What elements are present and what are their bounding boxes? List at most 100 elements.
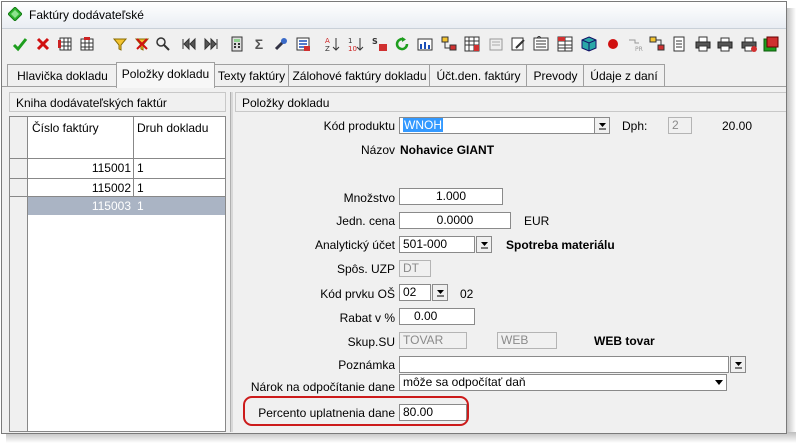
analyticky-ucet-dropdown-button[interactable] <box>476 236 492 253</box>
label-kod-produktu: Kód produktu <box>323 119 395 133</box>
label-mnozstvo: Množstvo <box>343 191 395 205</box>
dropdown-arrow-icon <box>480 242 488 249</box>
svg-text:1: 1 <box>348 37 352 45</box>
row-druh: 1 <box>137 199 144 213</box>
svg-text:PR: PR <box>635 46 643 52</box>
delete-table-icon[interactable] <box>78 35 96 53</box>
report-icon[interactable] <box>294 35 312 53</box>
currency-label: EUR <box>524 214 550 228</box>
row-cislo: 115001 <box>91 161 131 175</box>
find-icon[interactable] <box>154 35 172 53</box>
tab-uct-den-faktury[interactable]: Účt.den. faktúry <box>429 64 528 87</box>
kod-produktu-value: WNOH <box>403 118 443 132</box>
row-cislo: 115003 <box>91 199 131 213</box>
narok-select-value: môže sa odpočítať daň <box>403 375 526 389</box>
skup-su-input[interactable]: TOVAR <box>399 332 467 349</box>
dropdown-arrow-icon <box>734 362 742 369</box>
filter-icon[interactable] <box>111 35 129 53</box>
tree-icon[interactable] <box>440 35 458 53</box>
tab-zalohove-faktury[interactable]: Zálohové faktúry dokladu <box>288 64 431 87</box>
kod-produktu-dropdown-button[interactable] <box>594 117 610 134</box>
svg-text:A: A <box>325 37 330 45</box>
kod-prvku-dropdown-button[interactable] <box>432 284 448 301</box>
first-record-icon[interactable] <box>180 35 198 53</box>
svg-text:10: 10 <box>348 45 357 52</box>
refresh-icon[interactable] <box>393 35 411 53</box>
rabat-input[interactable]: 0.00 <box>399 308 475 325</box>
jedn-cena-input[interactable]: 0.0000 <box>399 212 511 229</box>
table-icon[interactable] <box>556 35 574 53</box>
label-jedn-cena: Jedn. cena <box>336 214 395 228</box>
kod-prvku-input[interactable]: 02 <box>399 284 431 301</box>
label-narok: Nárok na odpočítanie dane <box>250 380 395 394</box>
calculator-icon[interactable] <box>228 35 246 53</box>
chart-icon[interactable] <box>416 35 434 53</box>
edit-icon[interactable] <box>509 35 527 53</box>
sort-sql-icon[interactable]: S <box>371 35 389 53</box>
tab-polozky-dokladu[interactable]: Položky dokladu <box>116 62 215 88</box>
column-header-druh[interactable]: Druh dokladu <box>137 121 225 135</box>
cube-icon[interactable] <box>580 35 598 53</box>
nazov-value: Nohavice GIANT <box>400 143 495 157</box>
table-row-selected[interactable]: 115003 1 <box>28 197 225 215</box>
panel-splitter[interactable] <box>230 92 233 432</box>
narok-select[interactable]: môže sa odpočítať daň <box>399 374 727 391</box>
analyticky-ucet-input[interactable]: 501-000 <box>399 236 475 253</box>
svg-text:Z: Z <box>325 45 330 52</box>
table-view-icon[interactable] <box>56 35 74 53</box>
narok-select-arrow[interactable] <box>711 375 726 390</box>
tools-icon[interactable] <box>272 35 290 53</box>
filter-remove-icon[interactable] <box>133 35 151 53</box>
print-preview-icon[interactable] <box>716 35 734 53</box>
confirm-check-icon[interactable] <box>11 35 29 53</box>
pr-icon[interactable]: PR <box>626 35 644 53</box>
dropdown-arrow-icon <box>598 123 606 130</box>
label-rabat: Rabat v % <box>339 311 395 325</box>
title-bar: Faktúry dodávateľské <box>2 2 786 29</box>
label-nazov: Názov <box>360 143 395 157</box>
chevron-down-icon <box>714 380 723 385</box>
print-setup-icon[interactable] <box>740 35 758 53</box>
row-druh: 1 <box>137 181 144 195</box>
label-poznamka: Poznámka <box>338 358 395 372</box>
tab-prevody[interactable]: Prevody <box>526 64 585 87</box>
form-title: Položky dokladu <box>235 92 786 112</box>
column-header-cislo[interactable]: Číslo faktúry <box>32 121 132 135</box>
tab-texty-faktury[interactable]: Texty faktúry <box>213 64 290 87</box>
grid-icon[interactable] <box>463 35 481 53</box>
poznamka-input[interactable] <box>399 356 729 373</box>
last-record-icon[interactable] <box>202 35 220 53</box>
columns-icon[interactable] <box>648 35 666 53</box>
list-icon[interactable] <box>532 35 550 53</box>
skup-su-name: WEB tovar <box>594 334 655 348</box>
highlight-ring <box>243 396 469 426</box>
window-shadow-right <box>786 8 796 436</box>
toolbar: Σ AZ 1 10 S PR <box>2 31 786 59</box>
analyticky-ucet-name: Spotreba materiálu <box>506 238 615 252</box>
dph-rate: 20.00 <box>722 119 753 133</box>
kod-produktu-input[interactable]: WNOH <box>399 117 595 134</box>
export-icon[interactable] <box>762 35 780 53</box>
grid-column-divider <box>133 117 134 206</box>
sort-az-icon[interactable]: AZ <box>323 35 341 53</box>
form-icon[interactable] <box>487 35 505 53</box>
row-indicator-column <box>10 117 28 431</box>
tab-udaje-z-dani[interactable]: Údaje z daní <box>583 64 665 87</box>
print-icon[interactable] <box>694 35 712 53</box>
sum-icon[interactable]: Σ <box>250 35 268 53</box>
cancel-x-icon[interactable] <box>34 35 52 53</box>
invoice-grid[interactable]: Číslo faktúry Druh dokladu 115001 1 1150… <box>9 116 226 432</box>
faktury-window: Faktúry dodávateľské Σ AZ 1 10 S PR Hlav… <box>1 1 787 434</box>
tab-hlavicka-dokladu[interactable]: Hlavička dokladu <box>7 64 118 87</box>
svg-text:S: S <box>372 37 378 46</box>
mnozstvo-input[interactable]: 1.000 <box>399 188 503 205</box>
sort-numeric-icon[interactable]: 1 10 <box>347 35 365 53</box>
skup-su-input-2[interactable]: WEB <box>497 332 557 349</box>
record-icon[interactable] <box>604 35 622 53</box>
poznamka-dropdown-button[interactable] <box>730 356 746 373</box>
note-icon[interactable] <box>670 35 688 53</box>
spos-uzp-input[interactable]: DT <box>399 260 431 277</box>
label-kod-prvku: Kód prvku OŠ <box>320 287 395 301</box>
row-druh: 1 <box>137 161 144 175</box>
dph-input[interactable]: 2 <box>668 117 692 134</box>
